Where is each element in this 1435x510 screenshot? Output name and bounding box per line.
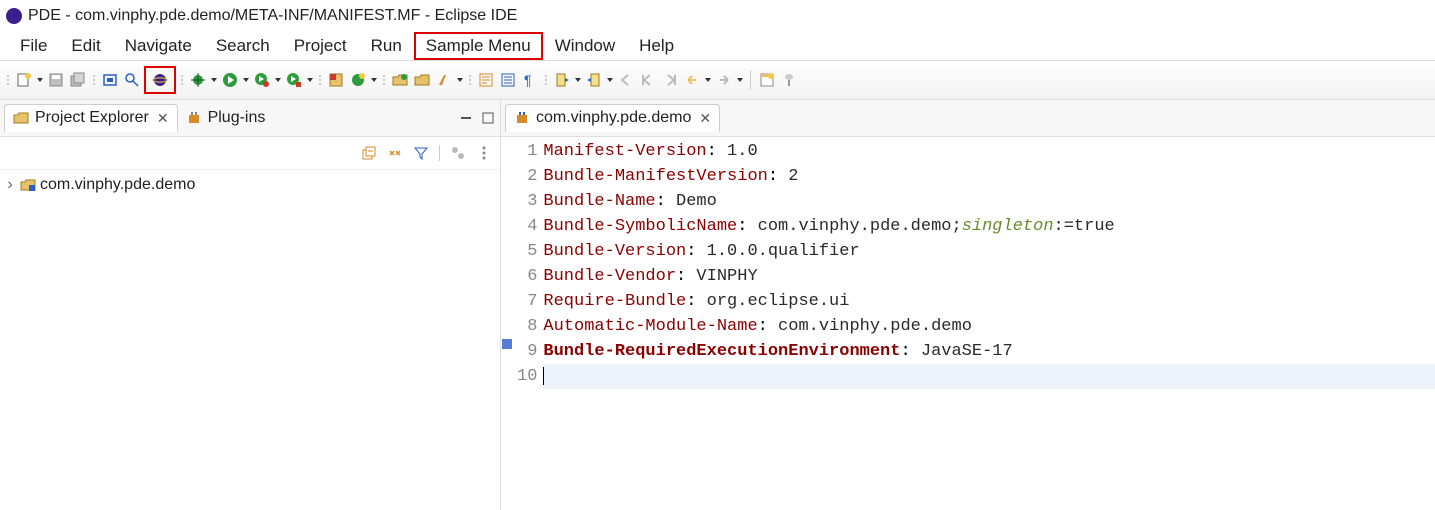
text-caret — [543, 367, 544, 385]
window-titlebar: PDE - com.vinphy.pde.demo/META-INF/MANIF… — [0, 0, 1435, 32]
new-package-icon[interactable] — [348, 70, 368, 90]
run-dropdown[interactable] — [242, 70, 250, 90]
pilcrow-icon[interactable]: ¶ — [520, 70, 540, 90]
close-icon[interactable]: ✕ — [157, 110, 169, 127]
menu-help[interactable]: Help — [627, 32, 686, 60]
pin-editor-icon[interactable] — [779, 70, 799, 90]
external-run-icon[interactable] — [284, 70, 304, 90]
menu-window[interactable]: Window — [543, 32, 627, 60]
history-back-icon[interactable] — [682, 70, 702, 90]
editor-panel: com.vinphy.pde.demo ✕ 1 2 3 4 5 6 7 8 9 … — [501, 100, 1435, 510]
tab-plugins[interactable]: Plug-ins — [178, 105, 274, 131]
editor-tabrow: com.vinphy.pde.demo ✕ — [501, 100, 1435, 137]
forward-stop-icon[interactable] — [660, 70, 680, 90]
toolbar: ¶ — [0, 60, 1435, 100]
save-all-icon[interactable] — [68, 70, 88, 90]
debug-dropdown[interactable] — [210, 70, 218, 90]
maximize-icon[interactable] — [480, 110, 496, 126]
project-explorer-icon — [13, 110, 29, 126]
plugins-icon — [186, 110, 202, 126]
menu-search[interactable]: Search — [204, 32, 282, 60]
editor-area[interactable]: 1 2 3 4 5 6 7 8 9 10 Manifest-Version: 1… — [501, 137, 1435, 510]
open-perspective-icon[interactable] — [757, 70, 777, 90]
chevron-right-icon[interactable]: › — [4, 176, 16, 194]
menu-file[interactable]: File — [8, 32, 59, 60]
open-target-icon[interactable] — [100, 70, 120, 90]
tab-plugins-label: Plug-ins — [208, 109, 266, 127]
view-menu-icon[interactable] — [476, 145, 492, 161]
back-icon[interactable] — [616, 70, 636, 90]
tree-node-project[interactable]: › com.vinphy.pde.demo — [4, 176, 496, 194]
new-dropdown[interactable] — [36, 70, 44, 90]
tab-project-explorer[interactable]: Project Explorer ✕ — [4, 104, 178, 132]
svg-text:¶: ¶ — [524, 72, 532, 88]
run-icon[interactable] — [220, 70, 240, 90]
wrap-icon[interactable] — [476, 70, 496, 90]
menubar: File Edit Navigate Search Project Run Sa… — [0, 32, 1435, 60]
eclipse-icon-highlighted[interactable] — [144, 66, 176, 94]
tree-node-label: com.vinphy.pde.demo — [40, 176, 195, 194]
annotation-next-dropdown[interactable] — [574, 70, 582, 90]
line-numbers: 1 2 3 4 5 6 7 8 9 10 — [513, 139, 543, 510]
linked-mode-icon[interactable] — [450, 145, 466, 161]
manifest-file-icon — [514, 110, 530, 126]
link-editor-icon[interactable] — [387, 145, 403, 161]
menu-navigate[interactable]: Navigate — [113, 32, 204, 60]
annotation-prev-icon[interactable] — [584, 70, 604, 90]
menu-edit[interactable]: Edit — [59, 32, 112, 60]
open-folder-icon[interactable] — [412, 70, 432, 90]
editor-text[interactable]: Manifest-Version: 1.0Bundle-ManifestVers… — [543, 139, 1435, 510]
tab-project-explorer-label: Project Explorer — [35, 109, 149, 127]
history-fwd-icon[interactable] — [714, 70, 734, 90]
filter-icon[interactable] — [413, 145, 429, 161]
eclipse-app-icon — [6, 8, 22, 24]
search-icon[interactable] — [122, 70, 142, 90]
search-highlight-icon[interactable] — [434, 70, 454, 90]
debug-icon[interactable] — [188, 70, 208, 90]
explorer-toolbar — [0, 137, 500, 170]
history-back-dropdown[interactable] — [704, 70, 712, 90]
project-folder-icon — [20, 177, 36, 193]
menu-sample-highlighted[interactable]: Sample Menu — [414, 32, 543, 60]
history-fwd-dropdown[interactable] — [736, 70, 744, 90]
new-plugin-icon[interactable] — [326, 70, 346, 90]
show-whitespace-icon[interactable] — [498, 70, 518, 90]
window-title: PDE - com.vinphy.pde.demo/META-INF/MANIF… — [28, 7, 517, 25]
editor-tab-manifest[interactable]: com.vinphy.pde.demo ✕ — [505, 104, 720, 132]
marker-gutter — [501, 139, 513, 510]
new-package-dropdown[interactable] — [370, 70, 378, 90]
search-highlight-dropdown[interactable] — [456, 70, 464, 90]
run-last-dropdown[interactable] — [274, 70, 282, 90]
annotation-next-icon[interactable] — [552, 70, 572, 90]
run-last-icon[interactable] — [252, 70, 272, 90]
collapse-all-icon[interactable] — [361, 145, 377, 161]
close-icon[interactable]: ✕ — [699, 110, 711, 127]
save-icon[interactable] — [46, 70, 66, 90]
info-marker-icon[interactable] — [502, 339, 512, 349]
left-panel: Project Explorer ✕ Plug-ins › com.vinph — [0, 100, 501, 510]
annotation-prev-dropdown[interactable] — [606, 70, 614, 90]
menu-project[interactable]: Project — [282, 32, 359, 60]
external-run-dropdown[interactable] — [306, 70, 314, 90]
menu-run[interactable]: Run — [359, 32, 414, 60]
editor-tab-label: com.vinphy.pde.demo — [536, 109, 691, 127]
new-icon[interactable] — [14, 70, 34, 90]
open-type-icon[interactable] — [390, 70, 410, 90]
project-tree[interactable]: › com.vinphy.pde.demo — [0, 170, 500, 200]
minimize-icon[interactable] — [458, 110, 474, 126]
back-stop-icon[interactable] — [638, 70, 658, 90]
left-tabrow: Project Explorer ✕ Plug-ins — [0, 100, 500, 137]
